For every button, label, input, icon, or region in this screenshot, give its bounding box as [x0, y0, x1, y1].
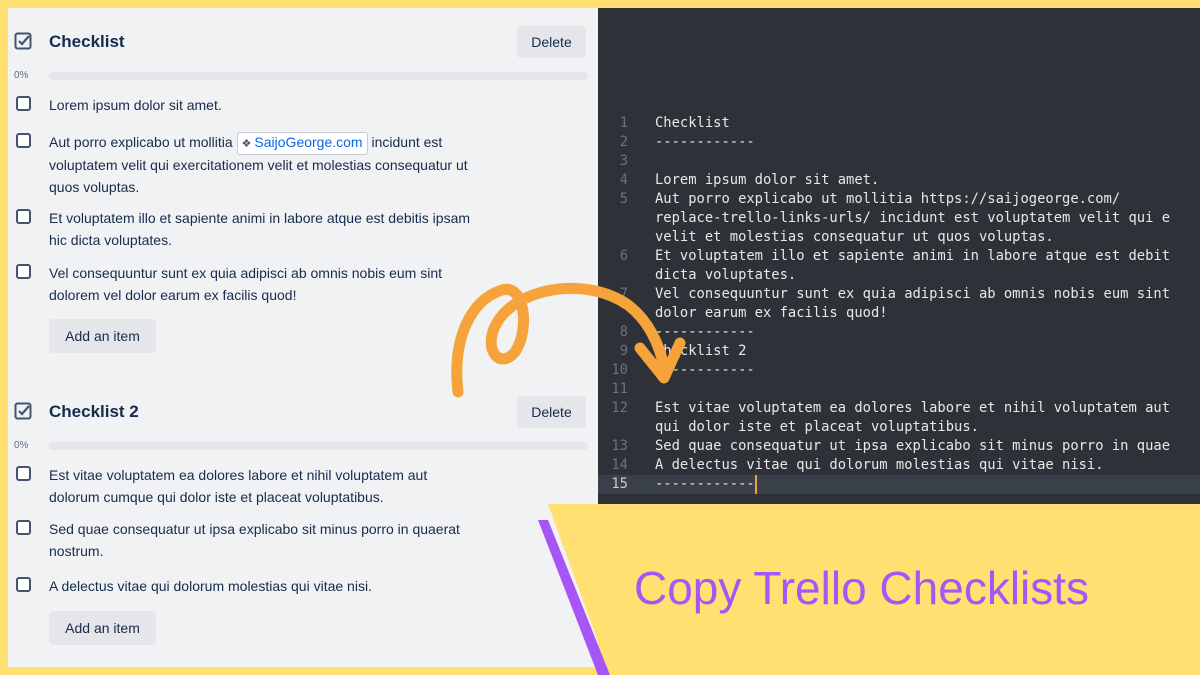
banner-title: Copy Trello Checklists: [634, 562, 1090, 614]
